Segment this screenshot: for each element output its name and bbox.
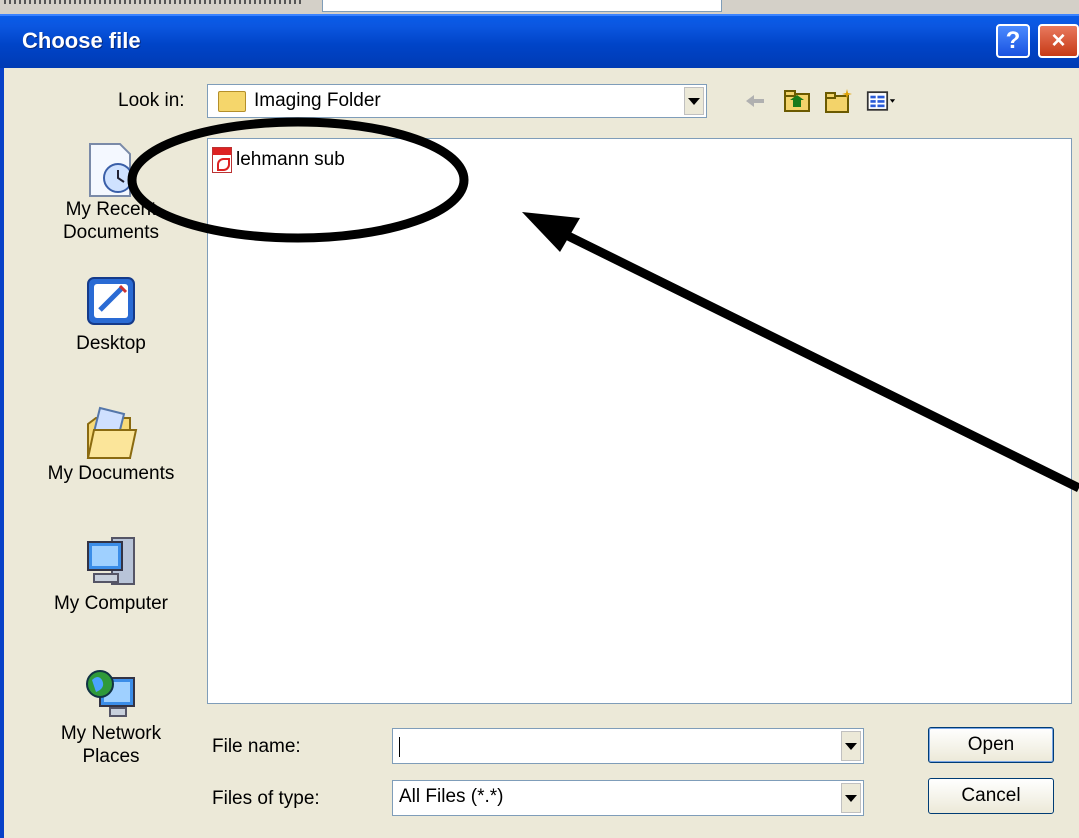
file-type-dropdown[interactable]: All Files (*.*)	[392, 780, 864, 816]
look-in-dropdown[interactable]: Imaging Folder	[207, 84, 707, 118]
file-type-dropdown-button[interactable]	[841, 783, 861, 813]
chevron-down-icon	[845, 794, 857, 802]
file-name-dropdown-button[interactable]	[841, 731, 861, 761]
background-dotted-line	[4, 0, 304, 4]
file-list[interactable]: lehmann sub	[207, 138, 1072, 704]
place-label: Documents	[62, 222, 160, 243]
back-icon[interactable]	[740, 86, 770, 116]
desktop-icon	[84, 274, 138, 328]
place-my-recent-documents[interactable]: My Recent Documents	[36, 140, 186, 244]
view-menu-icon[interactable]	[866, 86, 896, 116]
navigation-toolbar	[740, 86, 896, 116]
cancel-button[interactable]: Cancel	[928, 778, 1054, 814]
file-name-text: lehmann sub	[236, 149, 345, 170]
look-in-label: Look in:	[118, 90, 185, 111]
dialog-title-bar[interactable]: Choose file ? ×	[0, 14, 1079, 68]
network-places-icon	[84, 664, 138, 718]
place-label: My Network	[60, 723, 162, 744]
place-my-documents[interactable]: My Documents	[36, 404, 186, 485]
dialog-title: Choose file	[22, 28, 141, 53]
file-name-field[interactable]	[392, 728, 864, 764]
look-in-dropdown-button[interactable]	[684, 87, 704, 115]
place-label: My Computer	[53, 593, 169, 614]
file-type-label: Files of type:	[212, 788, 320, 809]
dialog-left-border	[0, 68, 4, 838]
file-name-label: File name:	[212, 736, 301, 757]
place-label: My Documents	[47, 463, 175, 484]
place-desktop[interactable]: Desktop	[36, 274, 186, 355]
look-in-value: Imaging Folder	[254, 90, 381, 111]
place-label: My Recent	[65, 199, 157, 220]
list-item[interactable]: lehmann sub	[212, 147, 345, 173]
my-documents-icon	[84, 404, 138, 459]
chevron-down-icon	[688, 97, 700, 105]
file-type-value: All Files (*.*)	[399, 786, 504, 807]
place-my-network-places[interactable]: My Network Places	[36, 664, 186, 768]
open-button[interactable]: Open	[928, 727, 1054, 763]
place-label: Desktop	[76, 333, 146, 354]
help-button[interactable]: ?	[996, 24, 1030, 58]
pdf-file-icon	[212, 147, 232, 173]
place-label: Places	[82, 746, 140, 767]
recent-documents-icon	[84, 140, 138, 197]
my-computer-icon	[84, 534, 138, 588]
new-folder-icon[interactable]	[824, 86, 854, 116]
up-folder-icon[interactable]	[782, 86, 812, 116]
place-my-computer[interactable]: My Computer	[36, 534, 186, 615]
folder-icon	[218, 91, 246, 112]
background-field	[322, 0, 722, 12]
background-app-strip	[0, 0, 1079, 14]
chevron-down-icon	[845, 742, 857, 750]
close-button[interactable]: ×	[1038, 24, 1079, 58]
text-caret	[399, 737, 400, 757]
